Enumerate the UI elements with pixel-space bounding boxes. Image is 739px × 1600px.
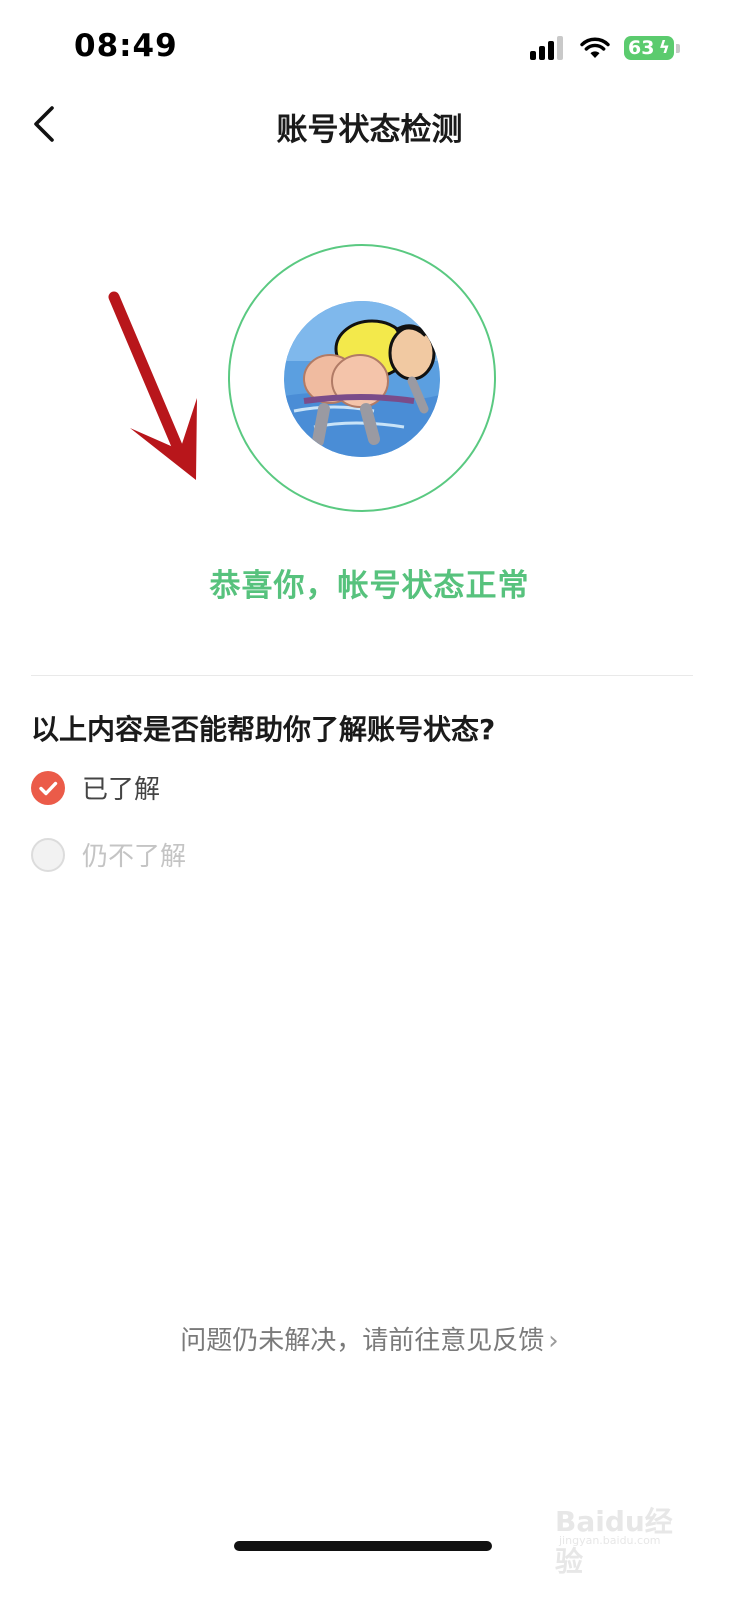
status-message: 恭喜你，帐号状态正常 [209, 568, 530, 604]
battery-level: 63 [628, 37, 655, 59]
cellular-signal-icon [530, 36, 568, 60]
radio-checked-icon[interactable] [31, 771, 65, 805]
red-arrow-icon [108, 291, 197, 480]
cartoon-avatar-image [284, 301, 440, 457]
feedback-link[interactable]: 问题仍未解决，请前往意见反馈 › [0, 1320, 739, 1357]
radio-unchecked-icon[interactable] [31, 838, 65, 872]
feedback-link-text: 问题仍未解决，请前往意见反馈 [180, 1326, 545, 1356]
option-label: 已了解 [82, 775, 161, 805]
battery-cap [676, 44, 680, 53]
option-understood[interactable]: 已了解 [31, 769, 201, 809]
home-indicator[interactable] [234, 1541, 492, 1551]
chevron-right-icon: › [548, 1326, 559, 1356]
option-label: 仍不了解 [82, 842, 187, 872]
avatar [284, 301, 440, 457]
charging-bolt-icon: ϟ [658, 38, 670, 58]
page-title: 账号状态检测 [276, 112, 463, 148]
divider [31, 675, 693, 676]
nav-bar: 账号状态检测 [0, 90, 739, 162]
watermark-url: jingyan.baidu.com [559, 1534, 661, 1547]
status-bar: 08:49 63 ϟ [0, 0, 739, 90]
checkmark-icon [39, 781, 58, 796]
baidu-watermark: Baidu经验 jingyan.baidu.com [555, 1490, 695, 1578]
status-time: 08:49 [74, 28, 178, 64]
option-not-understood[interactable]: 仍不了解 [31, 836, 211, 876]
survey-question: 以上内容是否能帮助你了解账号状态? [31, 713, 496, 746]
wifi-icon [580, 37, 610, 58]
battery-icon: 63 ϟ [624, 36, 674, 60]
